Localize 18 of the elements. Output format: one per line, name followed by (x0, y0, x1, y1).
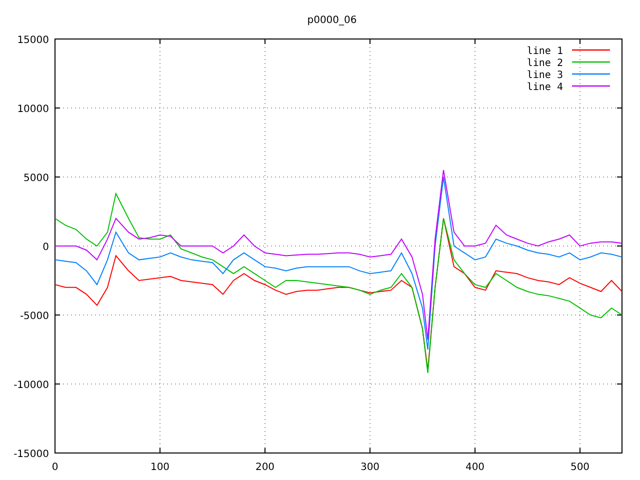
y-tick-label: -10000 (14, 380, 49, 391)
y-tick-label: 15000 (17, 35, 49, 46)
x-tick-label: 200 (255, 462, 275, 473)
y-tick-label: 10000 (17, 104, 49, 115)
legend-label: line 1 (526, 46, 563, 57)
x-tick-label: 400 (465, 462, 485, 473)
x-tick-label: 100 (150, 462, 170, 473)
y-tick-label: 0 (42, 242, 49, 253)
legend-label: line 2 (526, 58, 563, 69)
x-tick-label: 300 (360, 462, 380, 473)
legend-label: line 4 (526, 82, 563, 93)
chart-title: p0000_06 (307, 15, 357, 26)
y-tick-label: 5000 (24, 173, 49, 184)
x-tick-label: 0 (52, 462, 58, 473)
y-tick-label: -15000 (14, 449, 49, 460)
x-tick-label: 500 (570, 462, 590, 473)
y-tick-label: -5000 (20, 311, 49, 322)
legend-label: line 3 (526, 70, 563, 81)
